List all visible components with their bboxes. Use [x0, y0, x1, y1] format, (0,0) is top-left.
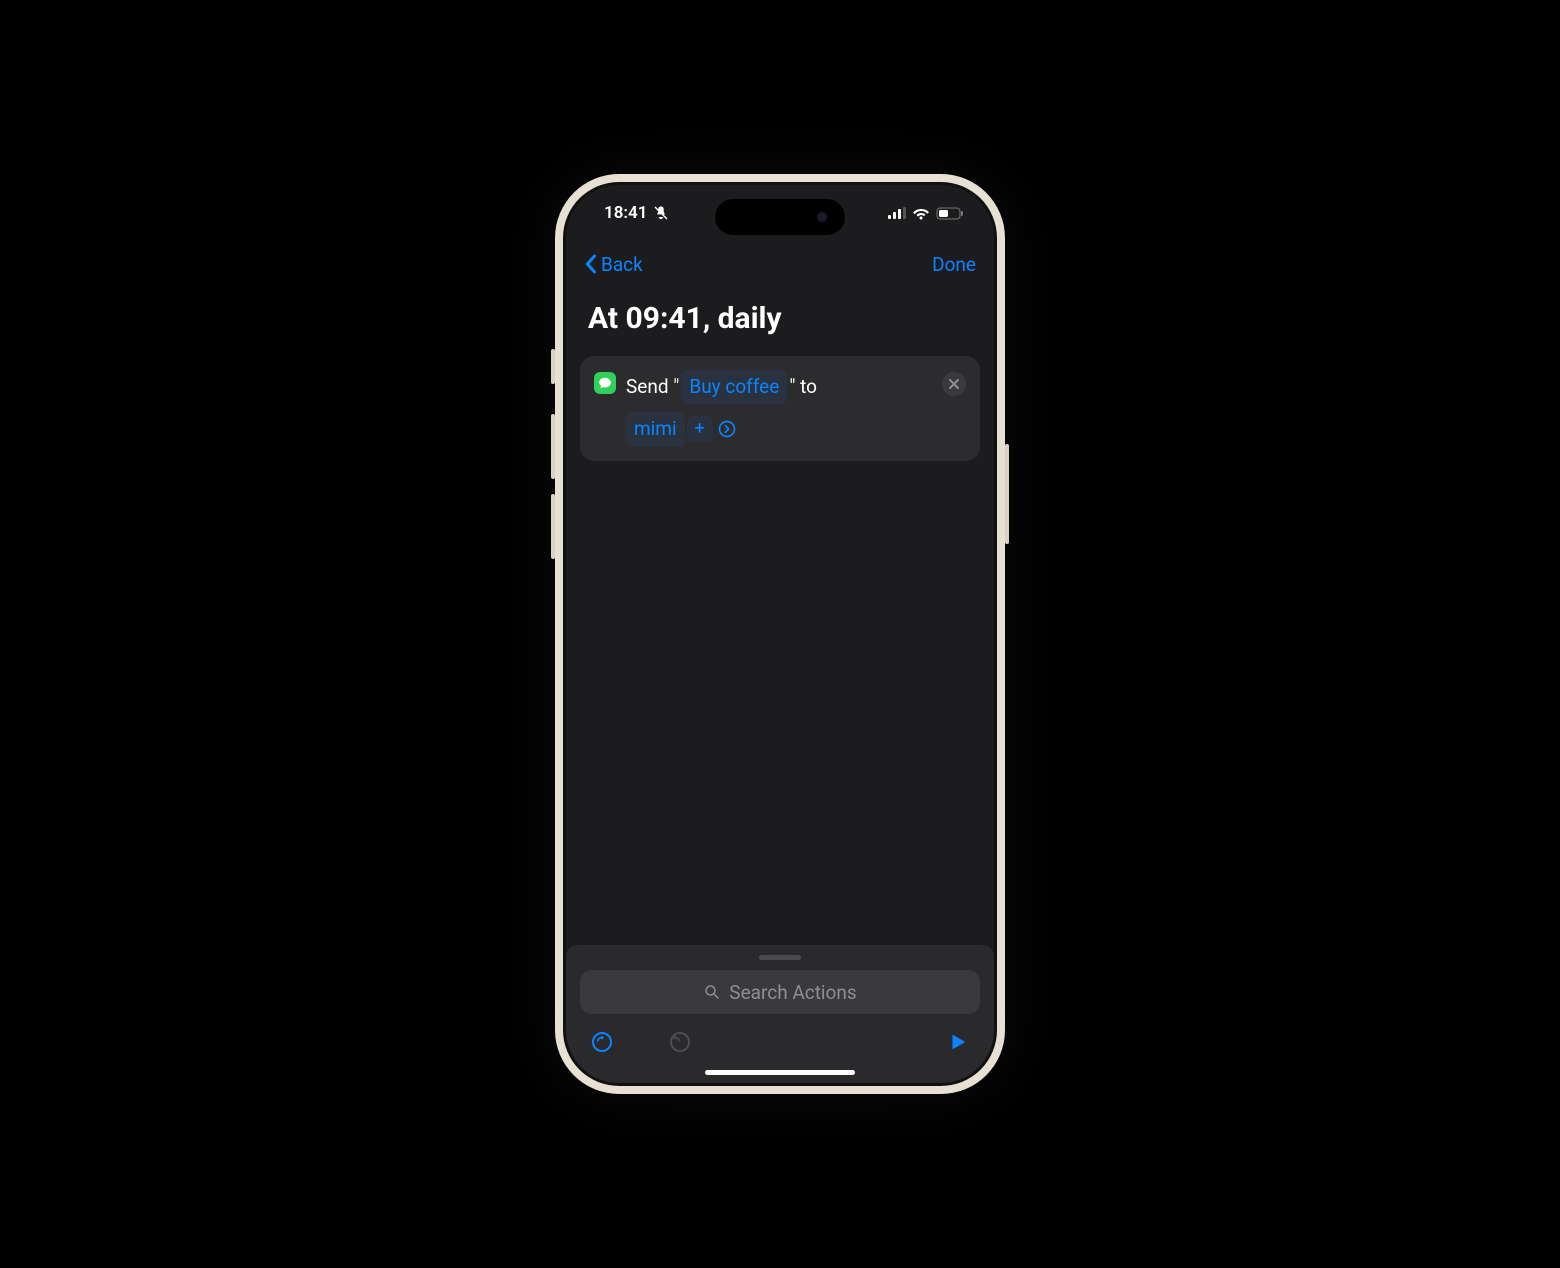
done-button[interactable]: Done: [932, 253, 976, 276]
silent-icon: [653, 205, 669, 221]
recipient-token[interactable]: mimi: [626, 412, 685, 446]
home-indicator[interactable]: [705, 1070, 855, 1075]
remove-action-button[interactable]: [942, 372, 966, 396]
cellular-icon: [888, 207, 906, 219]
action-body: Send " Buy coffee " to mimi +: [626, 370, 932, 447]
redo-button[interactable]: [666, 1028, 694, 1056]
search-icon: [703, 983, 721, 1001]
drag-handle[interactable]: [759, 955, 801, 960]
bottom-panel: Search Actions: [566, 945, 994, 1083]
message-token[interactable]: Buy coffee: [681, 370, 787, 404]
messages-app-icon: [594, 372, 616, 394]
page-title: At 09:41, daily: [566, 287, 994, 356]
toolbar: [580, 1014, 980, 1062]
search-actions-input[interactable]: Search Actions: [580, 970, 980, 1014]
undo-button[interactable]: [588, 1028, 616, 1056]
dynamic-island: [715, 199, 845, 235]
battery-icon: [936, 207, 964, 220]
run-button[interactable]: [944, 1028, 972, 1056]
add-recipient-button[interactable]: +: [687, 416, 713, 442]
back-button[interactable]: Back: [584, 253, 643, 276]
chevron-circle-icon[interactable]: [715, 417, 739, 441]
nav-bar: Back Done: [566, 241, 994, 287]
action-prefix: Send ": [626, 371, 679, 403]
wifi-icon: [912, 207, 930, 220]
phone-frame: 18:41: [555, 174, 1005, 1094]
status-time: 18:41: [604, 203, 647, 223]
back-label: Back: [601, 253, 643, 276]
action-mid: " to: [789, 371, 817, 403]
chevron-left-icon: [584, 254, 597, 274]
action-card[interactable]: Send " Buy coffee " to mimi +: [580, 356, 980, 461]
search-placeholder: Search Actions: [729, 981, 856, 1004]
